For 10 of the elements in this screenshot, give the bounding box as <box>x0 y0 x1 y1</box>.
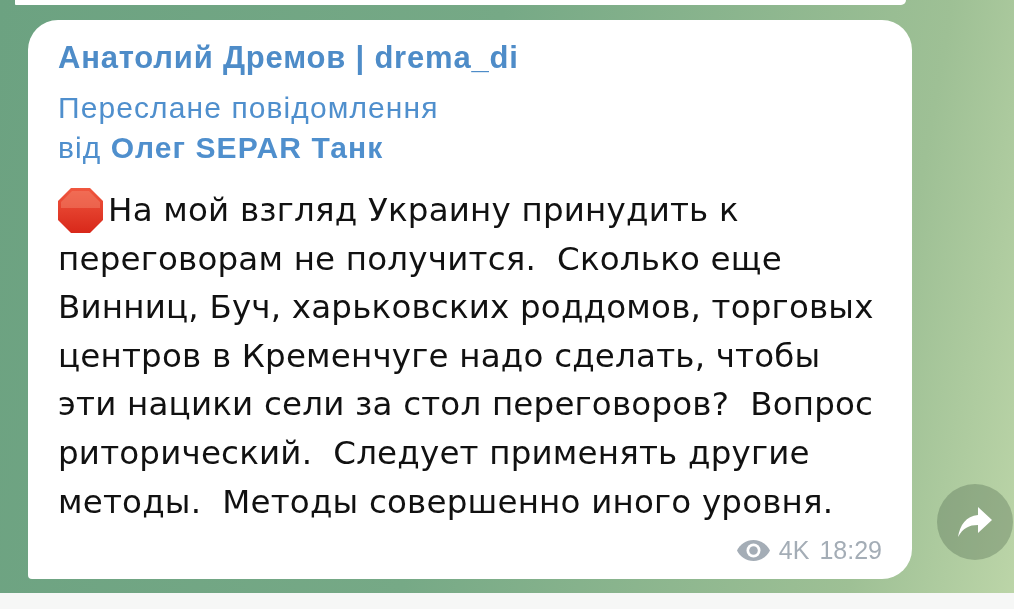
author-name[interactable]: Анатолий Дремов | drema_di <box>58 39 519 77</box>
eye-icon <box>736 539 770 561</box>
forwarded-from[interactable]: від Олег SEPAR Танк <box>58 128 384 168</box>
message-text: переговорам не получится. Сколько еще Винниц, Буч, харьковских роддомов, торговых центров в Кременчуге надо сделать, чтобы эти нацики сели за стол переговоров? Вопрос риторический. Следует применять другие методы. Методы совершенно иного уровня. <box>58 238 874 523</box>
forward-arrow-icon <box>958 507 992 538</box>
message-time: 18:29 <box>819 536 882 565</box>
stop-sign-icon <box>58 187 103 233</box>
message-text: На мой взгляд Украину принудить к <box>108 190 739 231</box>
forwarded-label: Переслане повідомлення <box>58 90 439 126</box>
view-count: 4K <box>778 536 810 565</box>
